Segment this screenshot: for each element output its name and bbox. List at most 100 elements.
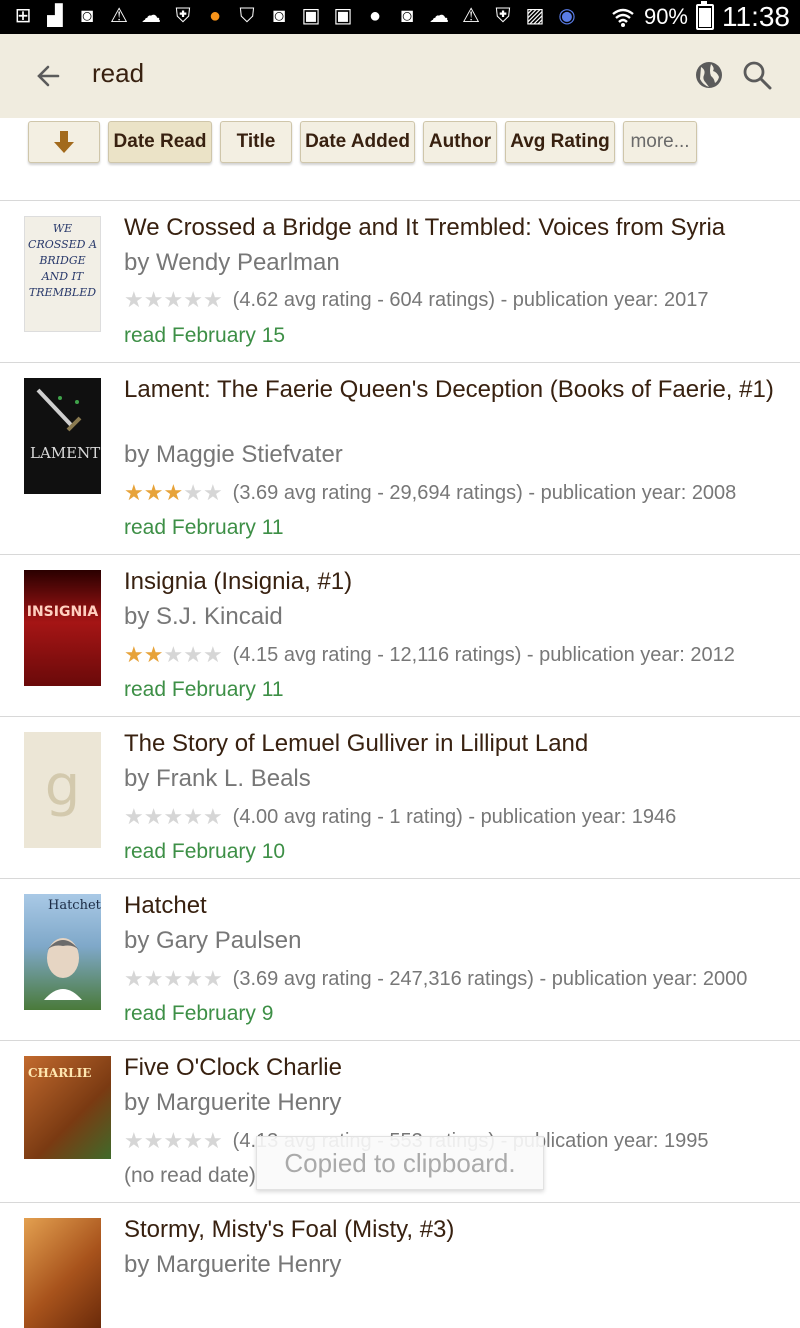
star-icon[interactable]: ★ xyxy=(183,806,203,828)
star-icon[interactable]: ★ xyxy=(163,644,183,666)
globe-button[interactable] xyxy=(692,58,726,92)
plus-icon: ⊞ xyxy=(14,5,32,27)
bitcoin-icon: ● xyxy=(208,5,222,27)
star-icon[interactable]: ★ xyxy=(203,806,223,828)
sort-direction-button[interactable] xyxy=(28,121,100,163)
star-icon[interactable]: ★ xyxy=(183,289,203,311)
star-icon[interactable]: ★ xyxy=(124,644,144,666)
rating-line: ★ ★ ★ ★ ★ (3.69 avg rating - 29,694 ratings)… xyxy=(124,479,736,507)
boy-portrait-icon xyxy=(44,938,82,1000)
star-icon[interactable]: ★ xyxy=(183,1130,203,1152)
list-item[interactable]: LAMENT Lament: The Faerie Queen's Decept… xyxy=(0,363,800,555)
back-button[interactable] xyxy=(28,56,68,96)
star-icon[interactable]: ★ xyxy=(124,968,144,990)
back-arrow-icon xyxy=(37,65,60,87)
star-icon[interactable]: ★ xyxy=(203,1130,223,1152)
book-author[interactable]: by Maggie Stiefvater xyxy=(124,439,343,471)
sort-title-button[interactable]: Title xyxy=(220,121,292,163)
book-author[interactable]: by S.J. Kincaid xyxy=(124,601,283,633)
list-item[interactable]: g The Story of Lemuel Gulliver in Lillip… xyxy=(0,717,800,879)
star-icon[interactable]: ★ xyxy=(144,289,164,311)
star-icon[interactable]: ★ xyxy=(124,289,144,311)
star-icon[interactable]: ★ xyxy=(163,482,183,504)
globe-icon xyxy=(696,62,722,88)
star-icon[interactable]: ★ xyxy=(124,482,144,504)
star-icon[interactable]: ★ xyxy=(144,806,164,828)
book-title[interactable]: The Story of Lemuel Gulliver in Lilliput… xyxy=(124,728,774,760)
battery-icon xyxy=(696,1,714,30)
book-title[interactable]: Insignia (Insignia, #1) xyxy=(124,566,774,598)
book-title[interactable]: Hatchet xyxy=(124,890,774,922)
star-icon[interactable]: ★ xyxy=(124,806,144,828)
star-icon[interactable]: ★ xyxy=(144,968,164,990)
book-title[interactable]: Lament: The Faerie Queen's Deception (Bo… xyxy=(124,374,774,406)
warning-icon: ⚠ xyxy=(462,5,480,27)
list-item[interactable]: Hatchet Hatchet by Gary Paulsen ★ ★ ★ ★ ★ (3… xyxy=(0,879,800,1041)
shield-icon: ⛨ xyxy=(175,5,191,27)
bubble-icon: ☁ xyxy=(429,5,449,27)
rating-stars[interactable]: ★ ★ ★ ★ ★ xyxy=(124,806,223,828)
search-input[interactable]: read xyxy=(92,58,144,89)
book-author[interactable]: by Frank L. Beals xyxy=(124,763,311,795)
book-title[interactable]: We Crossed a Bridge and It Trembled: Voi… xyxy=(124,212,774,244)
image-icon: ▨ xyxy=(525,5,545,27)
warning-icon: ⚠ xyxy=(110,5,128,27)
rating-line: ★ ★ ★ ★ ★ (3.69 avg rating - 247,316 ratings… xyxy=(124,965,747,993)
star-icon[interactable]: ★ xyxy=(183,644,203,666)
read-date: read February 10 xyxy=(124,840,286,863)
book-author[interactable]: by Marguerite Henry xyxy=(124,1087,341,1119)
book-author[interactable]: by Gary Paulsen xyxy=(124,925,301,957)
book-cover[interactable]: Hatchet xyxy=(24,894,101,1010)
book-cover[interactable] xyxy=(24,1218,101,1328)
battery-percent: 90% xyxy=(643,4,688,29)
book-title[interactable]: Stormy, Misty's Foal (Misty, #3) xyxy=(124,1214,774,1246)
facebook-icon: ▣ xyxy=(333,5,353,27)
search-button[interactable] xyxy=(740,58,774,92)
list-item[interactable]: WE CROSSED A BRIDGE AND IT TREMBLED We C… xyxy=(0,200,800,363)
star-icon[interactable]: ★ xyxy=(183,968,203,990)
star-icon[interactable]: ★ xyxy=(144,482,164,504)
sort-more-button[interactable]: more... xyxy=(623,121,697,163)
sort-avg-rating-button[interactable]: Avg Rating xyxy=(505,121,615,163)
rating-stats: (4.15 avg rating - 12,116 ratings) - pub… xyxy=(232,644,735,666)
star-icon[interactable]: ★ xyxy=(163,968,183,990)
rating-stars[interactable]: ★ ★ ★ ★ ★ xyxy=(124,1130,223,1152)
star-icon[interactable]: ★ xyxy=(203,482,223,504)
bubble-icon: ☁ xyxy=(141,5,161,27)
rating-line: ★ ★ ★ ★ ★ (4.00 avg rating - 1 rating) - pub… xyxy=(124,803,676,831)
book-cover[interactable]: WE CROSSED A BRIDGE AND IT TREMBLED xyxy=(24,216,101,332)
star-icon[interactable]: ★ xyxy=(203,644,223,666)
star-icon[interactable]: ★ xyxy=(183,482,203,504)
book-cover[interactable]: g xyxy=(24,732,101,848)
rating-stars[interactable]: ★ ★ ★ ★ ★ xyxy=(124,968,223,990)
book-cover[interactable]: INSIGNIA xyxy=(24,570,101,686)
cover-text: WE CROSSED A BRIDGE AND IT TREMBLED xyxy=(28,222,97,299)
read-date: (no read date) xyxy=(124,1164,256,1187)
read-date: read February 9 xyxy=(124,1002,274,1025)
star-icon[interactable]: ★ xyxy=(203,289,223,311)
star-icon[interactable]: ★ xyxy=(163,806,183,828)
rating-stars[interactable]: ★ ★ ★ ★ ★ xyxy=(124,482,223,504)
rating-line: ★ ★ ★ ★ ★ (4.62 avg rating - 604 ratings) - … xyxy=(124,286,709,314)
book-cover[interactable]: LAMENT xyxy=(24,378,101,494)
star-icon[interactable]: ★ xyxy=(144,1130,164,1152)
sort-date-read-button[interactable]: Date Read xyxy=(108,121,212,163)
camera-icon: ◙ xyxy=(400,5,414,27)
star-icon[interactable]: ★ xyxy=(163,289,183,311)
book-cover[interactable]: CHARLIE xyxy=(24,1056,111,1159)
book-author[interactable]: by Wendy Pearlman xyxy=(124,247,340,279)
star-icon[interactable]: ★ xyxy=(163,1130,183,1152)
star-icon[interactable]: ★ xyxy=(203,968,223,990)
list-item[interactable]: Stormy, Misty's Foal (Misty, #3) by Marg… xyxy=(0,1203,800,1328)
sort-author-button[interactable]: Author xyxy=(423,121,497,163)
rating-stats: (4.62 avg rating - 604 ratings) - public… xyxy=(232,289,709,311)
rating-stars[interactable]: ★ ★ ★ ★ ★ xyxy=(124,644,223,666)
facebook-icon: ▣ xyxy=(301,5,321,27)
sort-date-added-button[interactable]: Date Added xyxy=(300,121,415,163)
rating-stars[interactable]: ★ ★ ★ ★ ★ xyxy=(124,289,223,311)
list-item[interactable]: INSIGNIA Insignia (Insignia, #1) by S.J.… xyxy=(0,555,800,717)
book-title[interactable]: Five O'Clock Charlie xyxy=(124,1052,774,1084)
book-author[interactable]: by Marguerite Henry xyxy=(124,1249,341,1281)
star-icon[interactable]: ★ xyxy=(144,644,164,666)
star-icon[interactable]: ★ xyxy=(124,1130,144,1152)
